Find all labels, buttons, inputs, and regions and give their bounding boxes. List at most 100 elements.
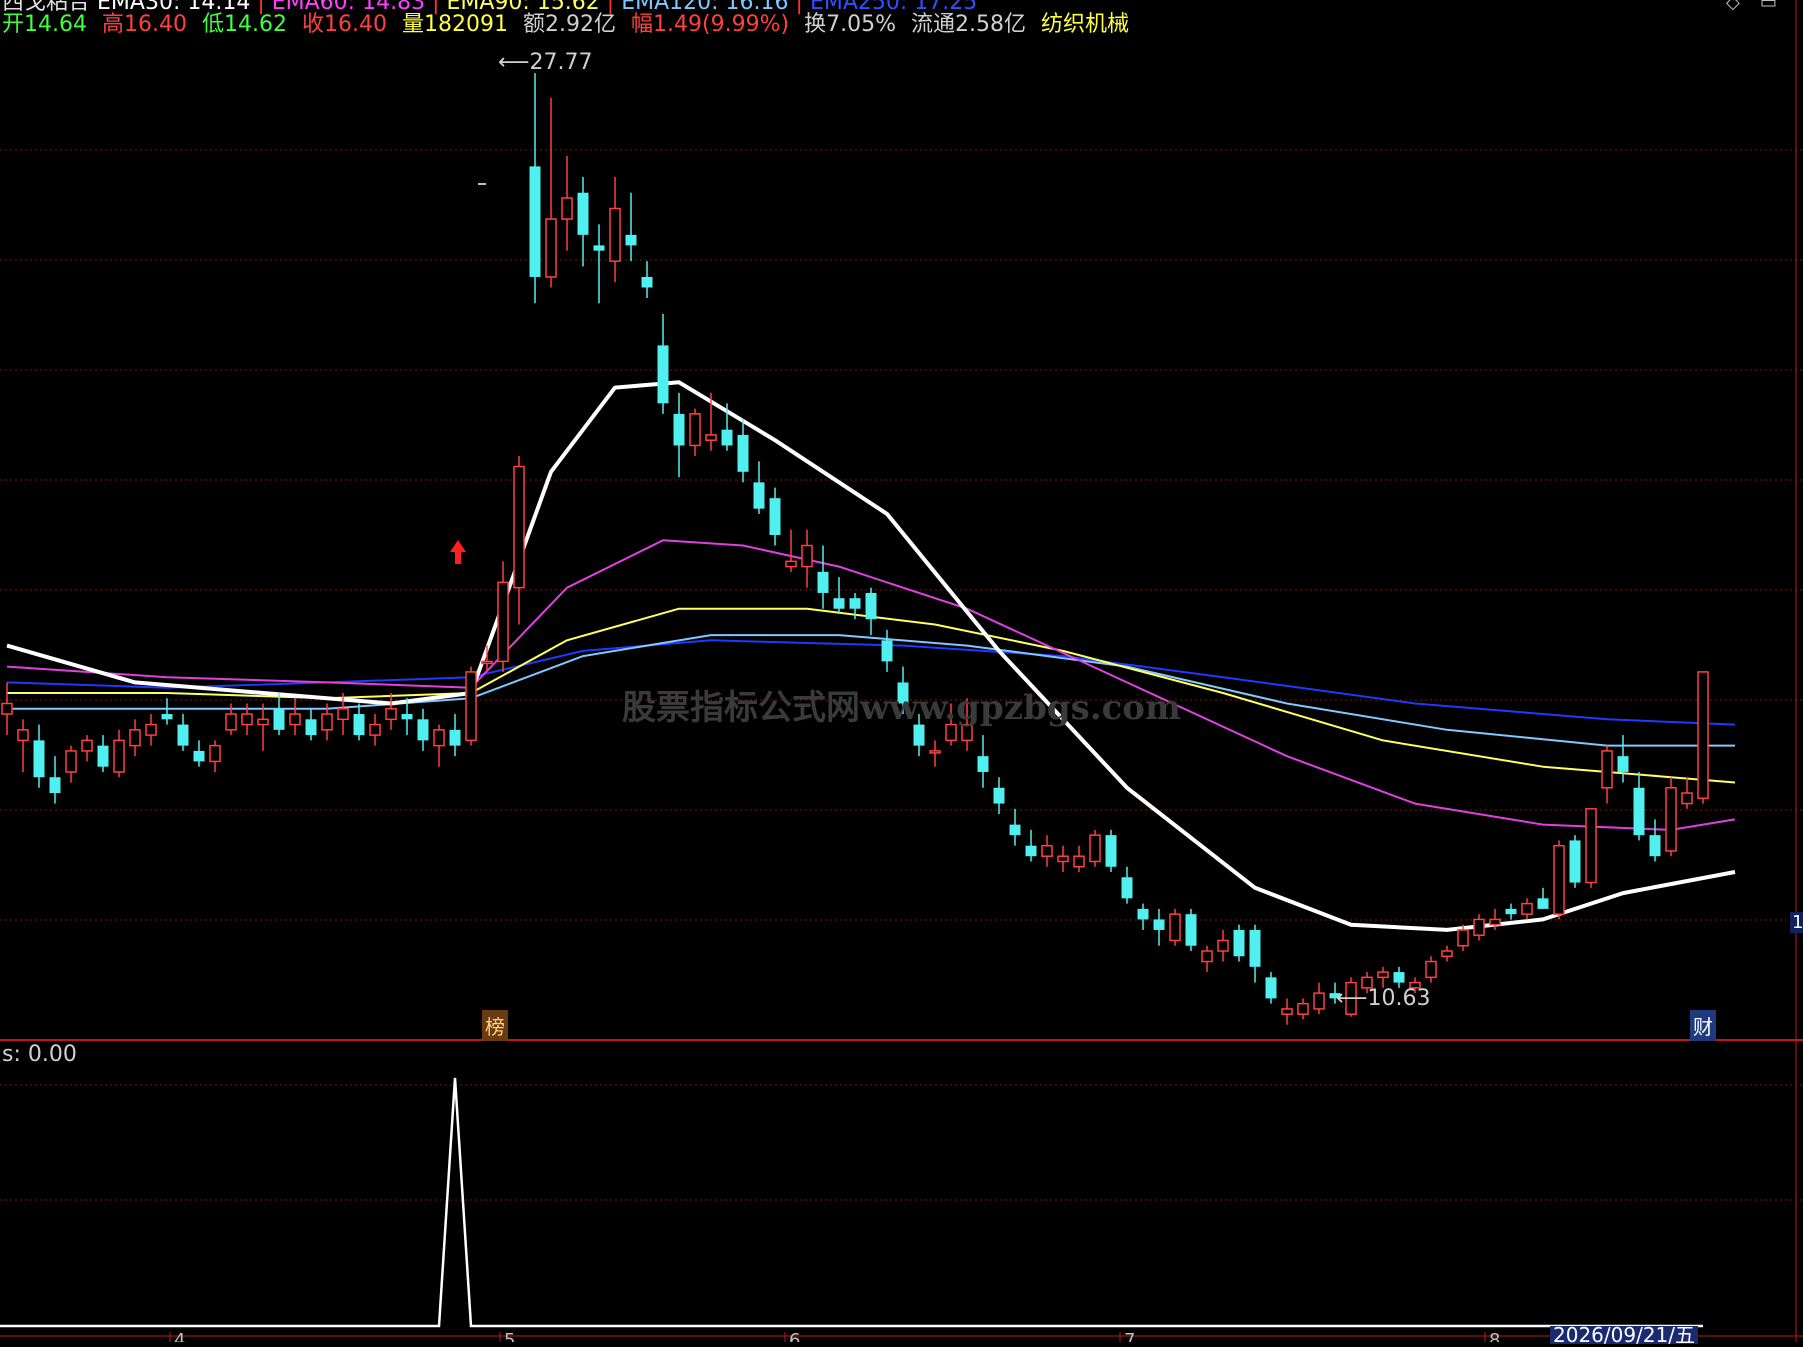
- buy-signal-arrow-icon: [450, 540, 466, 564]
- candle-body: [33, 740, 45, 778]
- candle-body: [689, 413, 701, 447]
- candle-body: [353, 714, 365, 736]
- sub-indicator-label: s: 0.00: [2, 1042, 77, 1067]
- candle-body: [1185, 914, 1197, 946]
- candle-body: [1617, 756, 1629, 772]
- candle-body: [1393, 972, 1405, 983]
- candle-body: [673, 413, 685, 446]
- candle-body: [577, 192, 589, 235]
- price-grid: 4 5 6 7 8: [0, 0, 1803, 1342]
- candle-body: [257, 718, 269, 726]
- candle-body: [993, 787, 1005, 804]
- ema30-line: [6, 380, 1736, 932]
- candle-body: [1153, 919, 1165, 930]
- candle-body: [1009, 824, 1021, 836]
- candle-body: [1505, 908, 1517, 915]
- finance-badge[interactable]: 财: [1690, 1010, 1716, 1041]
- candle-body: [497, 581, 509, 663]
- sub-indicator-line: [0, 1077, 1703, 1328]
- candle-body: [561, 197, 573, 220]
- candle-body: [1297, 1002, 1309, 1015]
- axis-tick-label: 4: [174, 1330, 185, 1342]
- candle-body: [609, 207, 621, 262]
- candle-body: [1585, 808, 1597, 884]
- candle-body: [1169, 913, 1181, 942]
- candle-body: [1057, 855, 1069, 863]
- candle-body: [657, 345, 669, 404]
- candle-body: [225, 713, 237, 731]
- candle-body: [241, 713, 253, 726]
- candle-body: [1217, 939, 1229, 952]
- candle-body: [1281, 1008, 1293, 1015]
- candle-body: [1697, 671, 1709, 800]
- candle-body: [289, 713, 301, 726]
- candle-body: [1681, 792, 1693, 805]
- candle-body: [1201, 950, 1213, 963]
- candle-body: [545, 218, 557, 278]
- candle-body: [769, 498, 781, 535]
- candle-body: [785, 560, 797, 568]
- axis-tick-label: 7: [1124, 1330, 1135, 1342]
- candle-body: [1073, 855, 1085, 868]
- candle-body: [433, 729, 445, 747]
- watermark: 股票指标公式网www.gpzbgs.com: [622, 688, 1181, 728]
- candle-body: [177, 724, 189, 746]
- candle-body: [1569, 840, 1581, 883]
- candle-body: [305, 719, 317, 736]
- candle-body: [737, 434, 749, 472]
- high-price-label: ⟵27.77: [498, 50, 593, 75]
- candle-body: [385, 708, 397, 721]
- candle-body: [753, 482, 765, 509]
- low-price-label: ⟵10.63: [1336, 986, 1431, 1011]
- candle-body: [1025, 845, 1037, 857]
- candle-body: [337, 708, 349, 721]
- candle-body: [1441, 950, 1453, 958]
- candle-body: [593, 245, 605, 251]
- candle-body: [1041, 844, 1053, 857]
- right-edge-price-tag: 1: [1790, 912, 1803, 933]
- candle-body: [721, 429, 733, 446]
- candle-body: [97, 745, 109, 767]
- candle-body: [1633, 787, 1645, 836]
- candle-body: [1489, 918, 1501, 926]
- high-price-value: 27.77: [529, 50, 593, 75]
- candle-body: [81, 739, 93, 752]
- candle-body: [1, 702, 13, 715]
- candle-body: [17, 729, 29, 742]
- axis-tick-label: 8: [1489, 1330, 1500, 1342]
- candle-body: [513, 465, 525, 589]
- candlesticks: [1, 73, 1709, 1025]
- rank-badge[interactable]: 榜: [482, 1010, 508, 1041]
- candle-body: [65, 750, 77, 773]
- sub-indicator: [0, 1077, 1703, 1328]
- candle-body: [1249, 929, 1261, 967]
- candle-body: [465, 671, 477, 742]
- low-price-value: 10.63: [1367, 986, 1431, 1011]
- candle-body: [817, 571, 829, 593]
- candle-body: [193, 750, 205, 762]
- candle-body: [1601, 750, 1613, 789]
- candle-body: [417, 719, 429, 741]
- candle-body: [1649, 835, 1661, 857]
- cursor-date-label: 2026/09/21/五: [1550, 1325, 1699, 1345]
- candle-body: [49, 777, 61, 794]
- candle-body: [929, 750, 941, 754]
- candle-body: [129, 729, 141, 747]
- candle-body: [1665, 787, 1677, 852]
- candle-body: [1473, 918, 1485, 936]
- candle-body: [1425, 960, 1437, 979]
- candle-body: [1457, 929, 1469, 947]
- candle-body: [1553, 844, 1565, 915]
- candle-body: [1521, 902, 1533, 915]
- candle-body: [209, 744, 221, 763]
- candle-body: [449, 729, 461, 746]
- candle-body: [321, 713, 333, 731]
- axis-tick-label: 6: [789, 1330, 800, 1342]
- candle-body: [161, 714, 173, 720]
- candle-body: [849, 598, 861, 609]
- candle-body: [113, 739, 125, 773]
- kline-chart: 4 5 6 7 8: [0, 0, 1803, 1342]
- candle-body: [641, 276, 653, 288]
- candle-body: [369, 723, 381, 736]
- candle-body: [1377, 971, 1389, 979]
